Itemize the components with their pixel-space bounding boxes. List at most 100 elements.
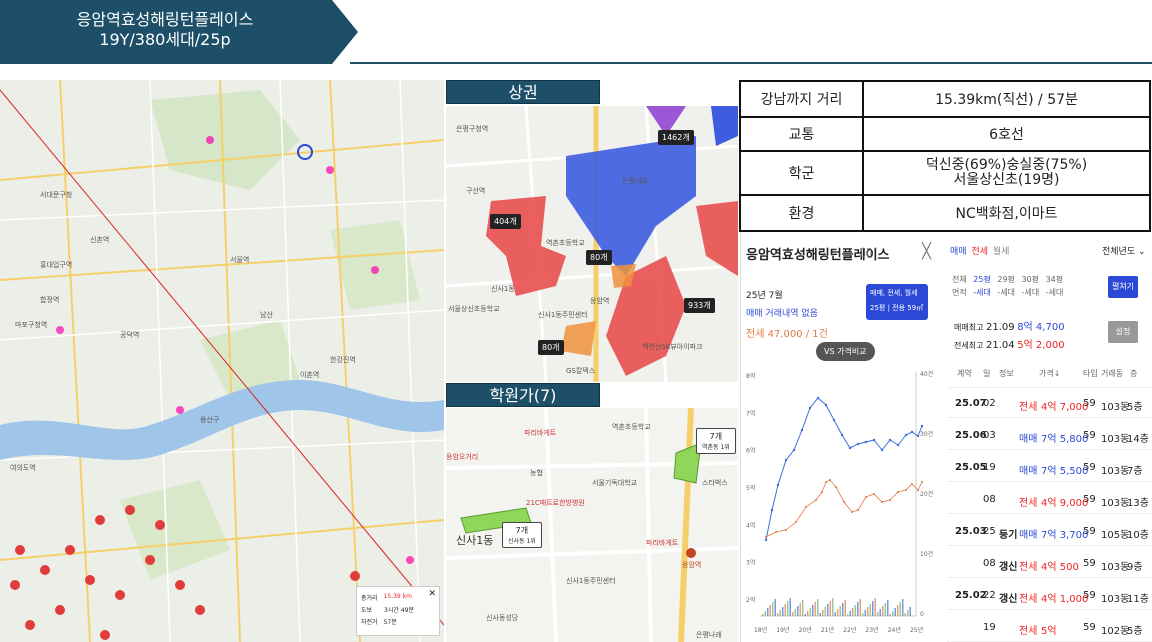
volume-bar <box>764 611 766 616</box>
academy-count: 7개 <box>709 432 723 441</box>
vs-compare-button[interactable]: VS 가격비교 <box>816 342 875 361</box>
table-row[interactable]: 08 전세 4억 9,000 59 103동 13층 <box>947 488 1152 514</box>
area-option[interactable]: 29평 <box>997 275 1015 284</box>
tab-monthly[interactable]: 월세 <box>993 247 1010 257</box>
close-icon[interactable]: ✕ <box>428 589 436 599</box>
cell-price: 4억 500 <box>1041 562 1079 573</box>
x-tick: 18년 <box>754 626 767 634</box>
map-label: 신사1동 <box>491 285 515 293</box>
cell-type: 전세 <box>1019 594 1038 605</box>
filter-sub: 25평 | 전용 59㎡ <box>870 304 924 312</box>
map-label: 서울상신초등학교 <box>448 305 500 313</box>
info-value: 6호선 <box>862 116 1151 152</box>
commercial-map-graphic <box>446 106 738 382</box>
area-option[interactable]: 30평 <box>1021 275 1039 284</box>
deal-filter-button[interactable]: 매매, 전세, 월세 25평 | 전용 59㎡ <box>866 284 928 320</box>
y-tick-right: 10건 <box>920 550 933 558</box>
tab-jeonse[interactable]: 전세 <box>971 247 988 257</box>
volume-bar <box>892 611 894 616</box>
max-sale-date: 21.09 <box>986 322 1015 333</box>
volume-bar <box>812 605 814 616</box>
map-label: 홍대입구역 <box>40 261 73 269</box>
jeonse-point <box>881 501 883 503</box>
route-row: 총거리 15.39 km <box>361 593 435 602</box>
volume-bar <box>877 612 879 616</box>
academy-map[interactable]: 7개 역촌동 1위 7개 신사동 1위 파리바게트 역촌초등학교 서울기독대학교… <box>446 408 738 642</box>
table-row[interactable]: 08 갱신 전세 4억 500 59 103동 9층 <box>947 552 1152 578</box>
cell-dong: 102동 <box>1101 626 1130 637</box>
area-option[interactable]: 25평 <box>973 275 991 284</box>
volume-bar <box>809 608 811 616</box>
volume-bar <box>784 604 786 616</box>
max-sale-label: 매매최고 <box>954 323 984 332</box>
route-map[interactable]: 서대문구청 이촌역 용산구 여의도역 공덕역 신촌역 홍대입구역 마포구청역 합… <box>0 80 444 642</box>
sale-point <box>896 443 900 447</box>
area-sub: 면적 <box>952 288 967 297</box>
expand-button[interactable]: 펼쳐기 <box>1108 276 1138 298</box>
tab-sale[interactable]: 매매 <box>950 247 967 257</box>
col-header[interactable]: 가격↓ <box>1039 368 1060 379</box>
settings-button[interactable]: 설정 <box>1108 321 1138 343</box>
area-filter: 전체 25평 29평 30평 34평 면적 -세대 -세대 -세대 -세대 <box>952 274 1063 298</box>
volume-bar <box>854 605 856 616</box>
cell-fl: 14층 <box>1127 434 1149 445</box>
academy-rank: 역촌동 1위 <box>702 444 730 451</box>
table-row[interactable]: 25.03 25 등기 매매 7억 3,700 59 105동 10층 <box>947 520 1152 546</box>
map-label: 합정역 <box>40 296 60 304</box>
jeonse-point <box>805 506 807 508</box>
cell-d: 25 <box>983 526 996 537</box>
info-value-line: 서울상신초(19명) <box>953 172 1060 188</box>
volume-bar <box>792 612 794 616</box>
cell-fl: 10층 <box>1127 530 1149 541</box>
store-count-tag: 1462개 <box>658 130 694 145</box>
volume-bar <box>867 607 869 616</box>
cell-info: 갱신 <box>999 594 1018 605</box>
close-icon[interactable]: ╳ <box>922 242 931 260</box>
title-banner: 응암역효성해링턴플레이스 19Y/380세대/25p <box>0 0 358 64</box>
volume-bar <box>779 610 781 616</box>
area-option[interactable]: 전체 <box>952 275 967 284</box>
cell-info: 등기 <box>999 530 1018 541</box>
year-select[interactable]: 전체년도 ⌄ <box>1102 244 1146 257</box>
sale-point <box>824 403 828 407</box>
volume-bar <box>862 613 864 616</box>
cell-fl: 5층 <box>1127 402 1143 413</box>
sale-point <box>764 538 768 542</box>
section-tab-commercial: 상권 <box>446 80 600 104</box>
store-count-tag: 80개 <box>538 340 564 355</box>
table-row[interactable]: 25.07 02 전세 4억 7,000 59 103동 5층 <box>947 392 1152 418</box>
cell-d: 03 <box>983 430 996 441</box>
jeonse-point <box>775 531 777 533</box>
y-tick-right: 20건 <box>920 490 933 498</box>
jeonse-point <box>843 501 845 503</box>
cell-dong: 103동 <box>1101 498 1130 509</box>
volume-bar <box>849 611 851 616</box>
route-label: 자전거 <box>361 619 378 626</box>
table-row[interactable]: 25.05 19 매매 7억 5,500 59 103동 7층 <box>947 456 1152 482</box>
cell-d: 19 <box>983 622 996 633</box>
volume-bar <box>902 599 904 616</box>
col-header: 일 <box>983 369 991 378</box>
price-chart: 8억 7억 6억 5억 4억 3억 2억 40건 30건 20건 10건 0 18년 19년 20년 21년 2… <box>746 342 940 640</box>
academy-count: 7개 <box>515 526 529 535</box>
info-value: 15.39km(직선) / 57분 <box>862 80 1151 118</box>
deal-type-tabs: 매매 전세 월세 <box>950 244 1009 257</box>
volume-bar <box>889 614 891 616</box>
area-option[interactable]: 34평 <box>1046 275 1064 284</box>
map-label: 스타벅스 <box>702 479 728 487</box>
map-label: 은평나래 <box>696 631 722 639</box>
cell-py: 59 <box>1083 622 1096 633</box>
jeonse-point <box>865 496 867 498</box>
commercial-map[interactable]: 1462개 404개 80개 933개 80개 은평구청역 신사1동 응암역 역… <box>446 106 738 382</box>
table-row[interactable]: 25.02 22 갱신 전세 4억 1,000 59 103동 11층 <box>947 584 1152 610</box>
area-sub: -세대 <box>997 288 1016 297</box>
table-row[interactable]: 25.06 03 매매 7억 5,800 59 103동 14층 <box>947 424 1152 450</box>
jeonse-point <box>765 536 767 538</box>
map-book-icon[interactable]: ▯▯ <box>860 245 872 258</box>
cell-info: 갱신 <box>999 562 1018 573</box>
y-tick-left: 5억 <box>746 484 755 492</box>
cell-dong: 103동 <box>1101 434 1130 445</box>
cell-dong: 103동 <box>1101 402 1130 413</box>
table-row[interactable]: 19 전세 5억 59 102동 5층 <box>947 616 1152 642</box>
y-tick-left: 2억 <box>746 596 755 604</box>
